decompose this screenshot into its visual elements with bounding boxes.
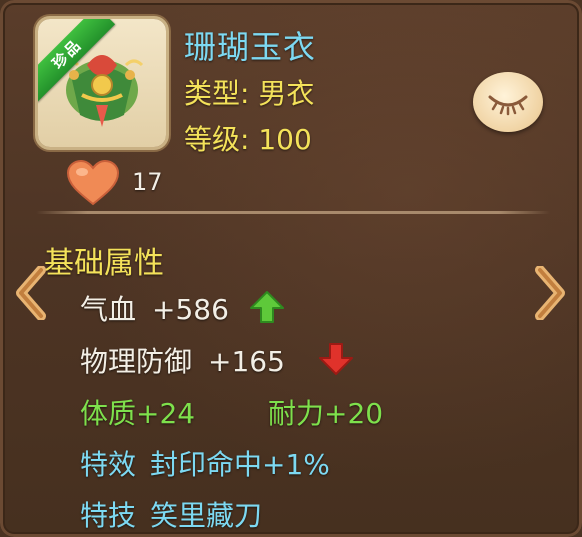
item-icon-frame[interactable]: 珍品 (38, 19, 166, 147)
chevron-right-icon[interactable] (532, 266, 568, 320)
item-tooltip-panel: 珍品 珊瑚玉衣 类型: 男衣 等级: 100 17 基础属性 气血 +586 物… (0, 0, 582, 537)
item-level-row: 等级: 100 (184, 118, 312, 158)
item-type-row: 类型: 男衣 (184, 72, 314, 112)
stat-hp-value: +586 (152, 293, 229, 326)
chevron-left-icon[interactable] (13, 266, 49, 320)
section-divider (36, 211, 550, 214)
item-level-label: 等级: (184, 123, 250, 156)
closed-eye-icon (488, 95, 528, 116)
green-up-arrow-icon (250, 291, 284, 323)
effect-value: 封印命中+1% (150, 448, 330, 481)
item-level-value: 100 (258, 123, 312, 156)
stat-physical-defense: 物理防御 +165 (80, 340, 285, 380)
item-type-label: 类型: (184, 77, 250, 110)
stat-def-label: 物理防御 (80, 345, 193, 378)
like-count: 17 (132, 168, 163, 196)
stat-constitution: 体质+24 (80, 397, 196, 430)
stat-hp: 气血 +586 (80, 288, 229, 328)
section-title: 基础属性 (44, 246, 164, 281)
item-type-value: 男衣 (258, 77, 315, 110)
skill-value: 笑里藏刀 (150, 499, 263, 532)
preview-toggle-button[interactable] (473, 72, 543, 132)
effect-label: 特效 (80, 448, 137, 481)
red-down-arrow-icon (319, 343, 353, 375)
stat-hp-label: 气血 (80, 293, 137, 326)
item-name: 珊瑚玉衣 (184, 28, 317, 66)
heart-icon[interactable] (66, 160, 120, 206)
skill-label: 特技 (80, 499, 137, 532)
stat-special-effect: 特效 封印命中+1% (80, 443, 330, 483)
stat-def-value: +165 (208, 345, 285, 378)
stat-endurance: 耐力+20 (268, 397, 384, 430)
stat-special-skill: 特技 笑里藏刀 (80, 494, 262, 534)
